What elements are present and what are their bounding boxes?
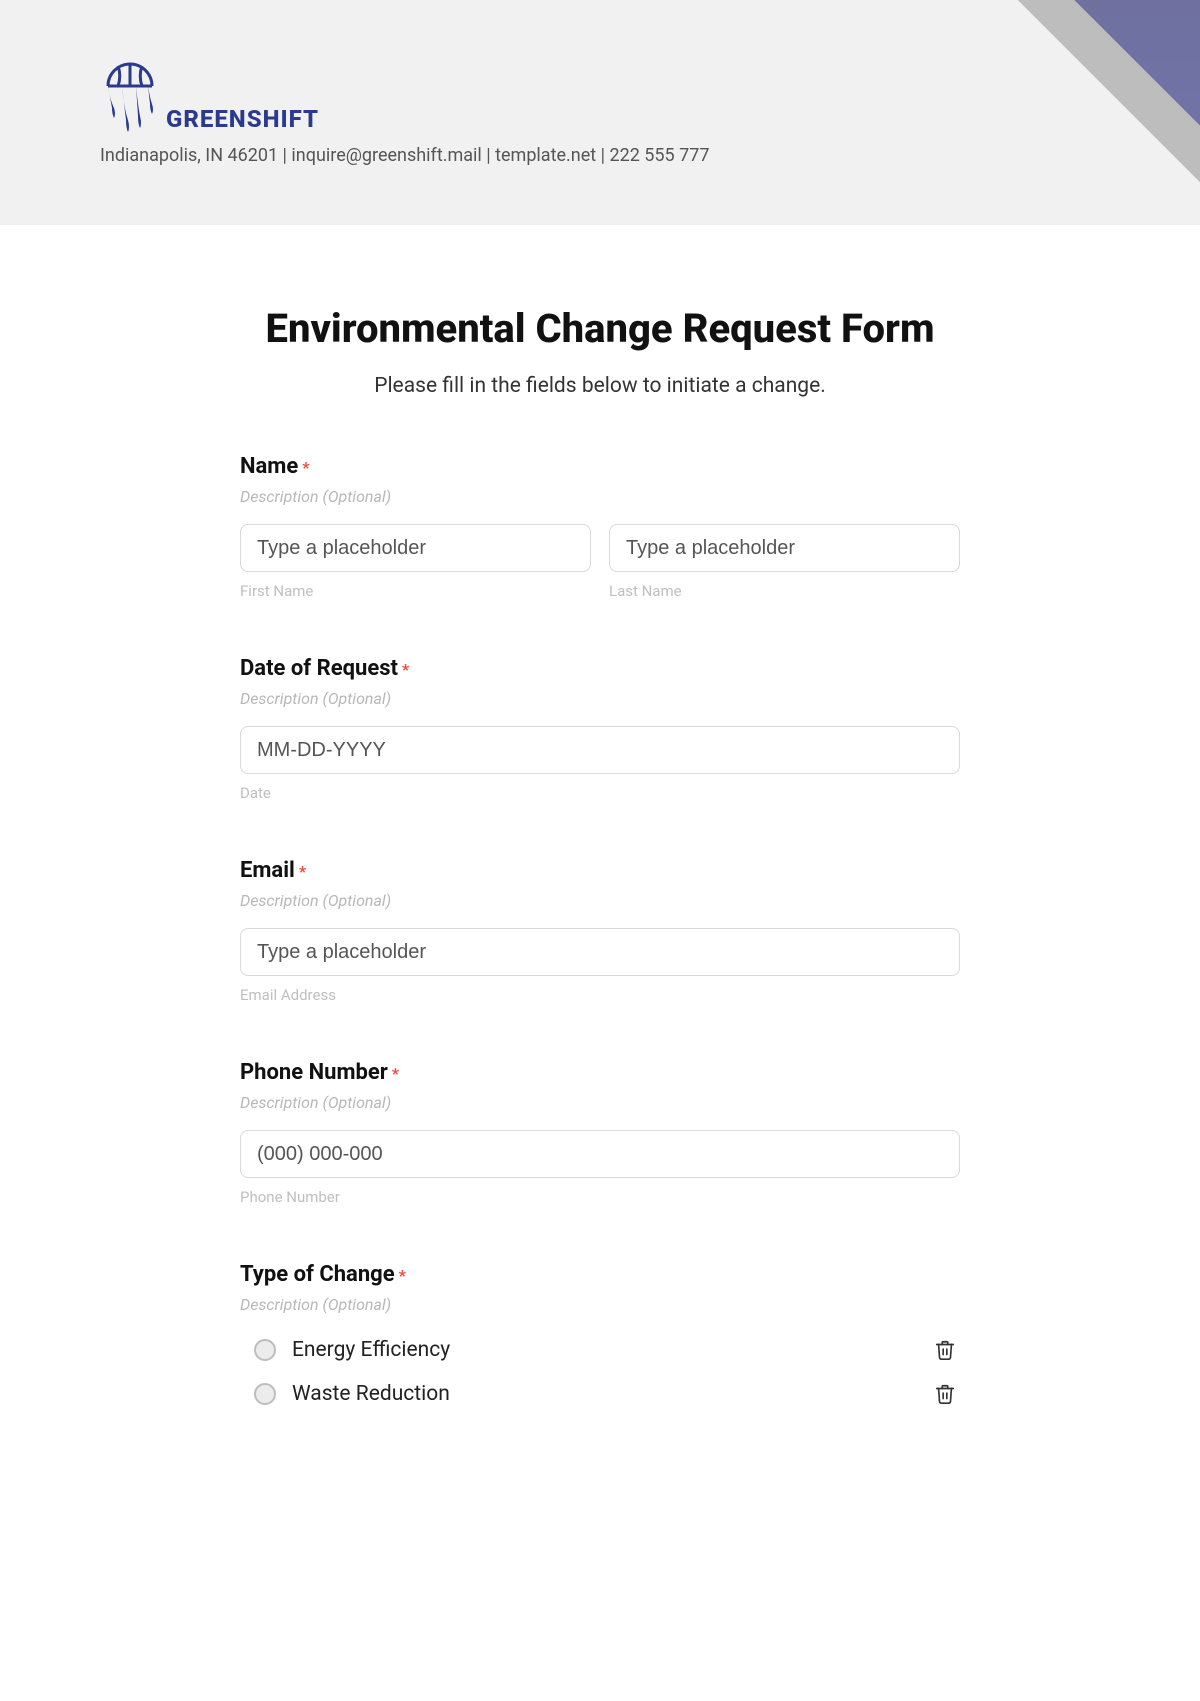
date-input[interactable] [240,726,960,774]
first-name-under: First Name [240,582,591,600]
brand-name: GREENSHIFT [166,105,319,133]
radio-option: Waste Reduction [250,1372,960,1416]
email-input[interactable] [240,928,960,976]
type-label: Type of Change [240,1262,395,1287]
radio-label: Energy Efficiency [292,1338,450,1362]
phone-input[interactable] [240,1130,960,1178]
email-description: Description (Optional) [240,891,960,910]
form-title: Environmental Change Request Form [240,305,960,352]
field-group-name: Name * Description (Optional) First Name… [240,454,960,600]
required-mark: * [392,1064,399,1083]
name-description: Description (Optional) [240,487,960,506]
required-mark: * [302,458,309,477]
required-mark: * [399,1266,406,1285]
globe-drip-icon [100,60,160,135]
name-label: Name [240,454,298,479]
trash-icon[interactable] [934,1339,956,1361]
trash-icon[interactable] [934,1383,956,1405]
field-group-email: Email * Description (Optional) Email Add… [240,858,960,1004]
date-label: Date of Request [240,656,398,681]
email-under: Email Address [240,986,960,1004]
radio-option: Energy Efficiency [250,1328,960,1372]
date-under: Date [240,784,960,802]
page-header: GREENSHIFT Indianapolis, IN 46201 | inqu… [0,0,1200,225]
contact-line: Indianapolis, IN 46201 | inquire@greensh… [100,145,709,166]
last-name-under: Last Name [609,582,960,600]
type-description: Description (Optional) [240,1295,960,1314]
last-name-input[interactable] [609,524,960,572]
phone-description: Description (Optional) [240,1093,960,1112]
field-group-phone: Phone Number * Description (Optional) Ph… [240,1060,960,1206]
phone-label: Phone Number [240,1060,388,1085]
required-mark: * [299,862,306,881]
form-container: Environmental Change Request Form Please… [230,225,970,1476]
phone-under: Phone Number [240,1188,960,1206]
field-group-type-of-change: Type of Change * Description (Optional) … [240,1262,960,1416]
first-name-input[interactable] [240,524,591,572]
form-subtitle: Please fill in the fields below to initi… [240,374,960,398]
radio-label: Waste Reduction [292,1382,450,1406]
brand-block: GREENSHIFT Indianapolis, IN 46201 | inqu… [100,60,709,166]
email-label: Email [240,858,295,883]
radio-button[interactable] [254,1339,276,1361]
radio-button[interactable] [254,1383,276,1405]
required-mark: * [402,660,409,679]
date-description: Description (Optional) [240,689,960,708]
field-group-date: Date of Request * Description (Optional)… [240,656,960,802]
